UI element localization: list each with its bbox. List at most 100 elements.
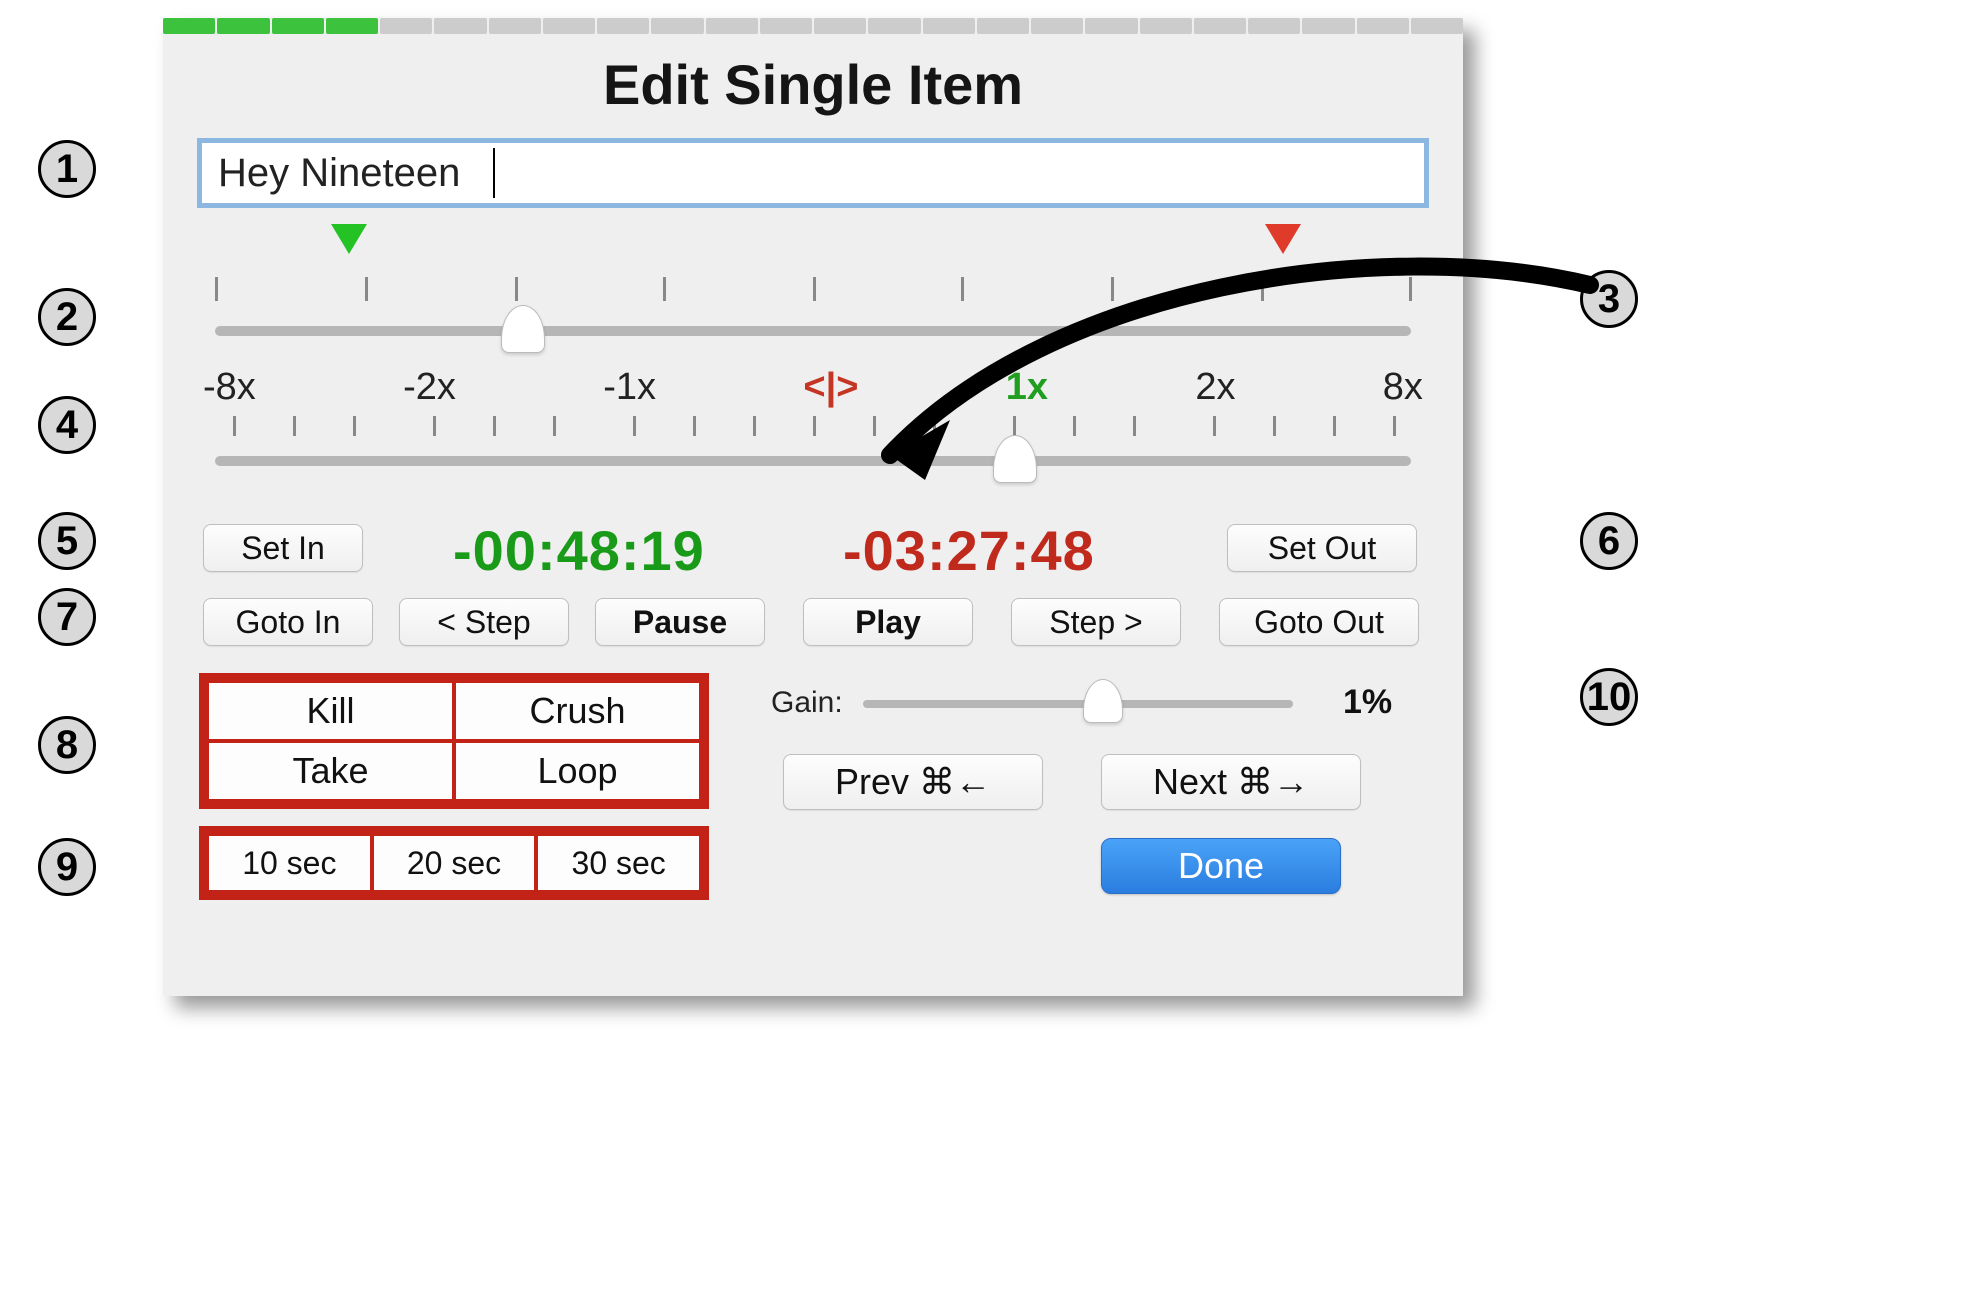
position-tick (961, 277, 964, 301)
position-tick (1111, 277, 1114, 301)
position-tick (365, 277, 368, 301)
progress-segment (1031, 18, 1083, 34)
speed-label: 8x (1383, 366, 1423, 409)
callout-10: 10 (1580, 668, 1638, 726)
take-button[interactable]: Take (207, 741, 454, 801)
speed-tick (1333, 416, 1336, 436)
position-tick (813, 277, 816, 301)
speed-label-1x: 1x (1006, 366, 1048, 409)
duration-10-button[interactable]: 10 sec (207, 834, 372, 892)
progress-segment (651, 18, 703, 34)
position-tick (663, 277, 666, 301)
prev-button[interactable]: Prev ⌘← (783, 754, 1043, 810)
progress-segment (597, 18, 649, 34)
speed-tick (933, 416, 936, 436)
progress-segment (868, 18, 920, 34)
speed-tick (493, 416, 496, 436)
progress-segment (814, 18, 866, 34)
speed-tick (633, 416, 636, 436)
set-out-button[interactable]: Set Out (1227, 524, 1417, 572)
out-timecode: -03:27:48 (843, 518, 1095, 583)
speed-tick (693, 416, 696, 436)
speed-tick (433, 416, 436, 436)
gain-slider-track[interactable] (863, 700, 1293, 708)
action-grid: Kill Crush Take Loop (199, 673, 709, 809)
speed-labels: -8x -2x -1x <|> 1x 2x 8x (203, 366, 1423, 409)
in-marker-icon[interactable] (331, 224, 367, 254)
speed-label: -1x (603, 366, 656, 409)
progress-segment (977, 18, 1029, 34)
out-marker-icon[interactable] (1265, 224, 1301, 254)
progress-segment (1085, 18, 1137, 34)
duration-30-button[interactable]: 30 sec (536, 834, 701, 892)
in-timecode: -00:48:19 (453, 518, 705, 583)
edit-single-item-window: Edit Single Item -8x -2x -1x <|> 1x 2x 8… (163, 18, 1463, 996)
item-name-input[interactable] (197, 138, 1429, 208)
position-tick (1261, 277, 1264, 301)
pause-button[interactable]: Pause (595, 598, 765, 646)
callout-3: 3 (1580, 270, 1638, 328)
speed-tick (1073, 416, 1076, 436)
goto-out-button[interactable]: Goto Out (1219, 598, 1419, 646)
progress-segment (1140, 18, 1192, 34)
callout-7: 7 (38, 588, 96, 646)
progress-segment (217, 18, 269, 34)
speed-tick (1213, 416, 1216, 436)
position-slider-thumb[interactable] (501, 305, 545, 353)
gain-slider-thumb[interactable] (1083, 679, 1123, 723)
speed-tick (1393, 416, 1396, 436)
play-button[interactable]: Play (803, 598, 973, 646)
next-button[interactable]: Next ⌘→ (1101, 754, 1361, 810)
progress-segment (543, 18, 595, 34)
speed-label: -8x (203, 366, 256, 409)
progress-segment (706, 18, 758, 34)
progress-segment (1248, 18, 1300, 34)
progress-segment (760, 18, 812, 34)
speed-label: -2x (403, 366, 456, 409)
callout-9: 9 (38, 838, 96, 896)
callout-1: 1 (38, 140, 96, 198)
callout-2: 2 (38, 288, 96, 346)
progress-segment (1194, 18, 1246, 34)
crush-button[interactable]: Crush (454, 681, 701, 741)
done-button[interactable]: Done (1101, 838, 1341, 894)
text-caret-icon (493, 148, 495, 198)
progress-segment (272, 18, 324, 34)
progress-segment (1411, 18, 1463, 34)
progress-segment (923, 18, 975, 34)
speed-tick (553, 416, 556, 436)
position-tick (215, 277, 218, 301)
duration-grid: 10 sec 20 sec 30 sec (199, 826, 709, 900)
set-in-button[interactable]: Set In (203, 524, 363, 572)
kill-button[interactable]: Kill (207, 681, 454, 741)
position-slider-track[interactable] (215, 326, 1411, 336)
callout-6: 6 (1580, 512, 1638, 570)
position-tick (515, 277, 518, 301)
progress-segment (434, 18, 486, 34)
speed-label-center: <|> (803, 366, 858, 409)
speed-slider-track[interactable] (215, 456, 1411, 466)
goto-in-button[interactable]: Goto In (203, 598, 373, 646)
step-back-button[interactable]: < Step (399, 598, 569, 646)
gain-value: 1% (1343, 683, 1392, 722)
speed-tick (233, 416, 236, 436)
speed-slider-thumb[interactable] (993, 435, 1037, 483)
progress-segment (1357, 18, 1409, 34)
callout-5: 5 (38, 512, 96, 570)
callout-4: 4 (38, 396, 96, 454)
progress-segment (326, 18, 378, 34)
page-title: Edit Single Item (163, 52, 1463, 117)
progress-segment (1302, 18, 1354, 34)
callout-8: 8 (38, 716, 96, 774)
speed-tick (873, 416, 876, 436)
duration-20-button[interactable]: 20 sec (372, 834, 537, 892)
window-top-segments (163, 18, 1463, 34)
speed-tick (1133, 416, 1136, 436)
progress-segment (489, 18, 541, 34)
progress-segment (380, 18, 432, 34)
position-tick (1409, 277, 1412, 301)
step-forward-button[interactable]: Step > (1011, 598, 1181, 646)
speed-tick (813, 416, 816, 436)
gain-label: Gain: (771, 686, 843, 720)
loop-button[interactable]: Loop (454, 741, 701, 801)
